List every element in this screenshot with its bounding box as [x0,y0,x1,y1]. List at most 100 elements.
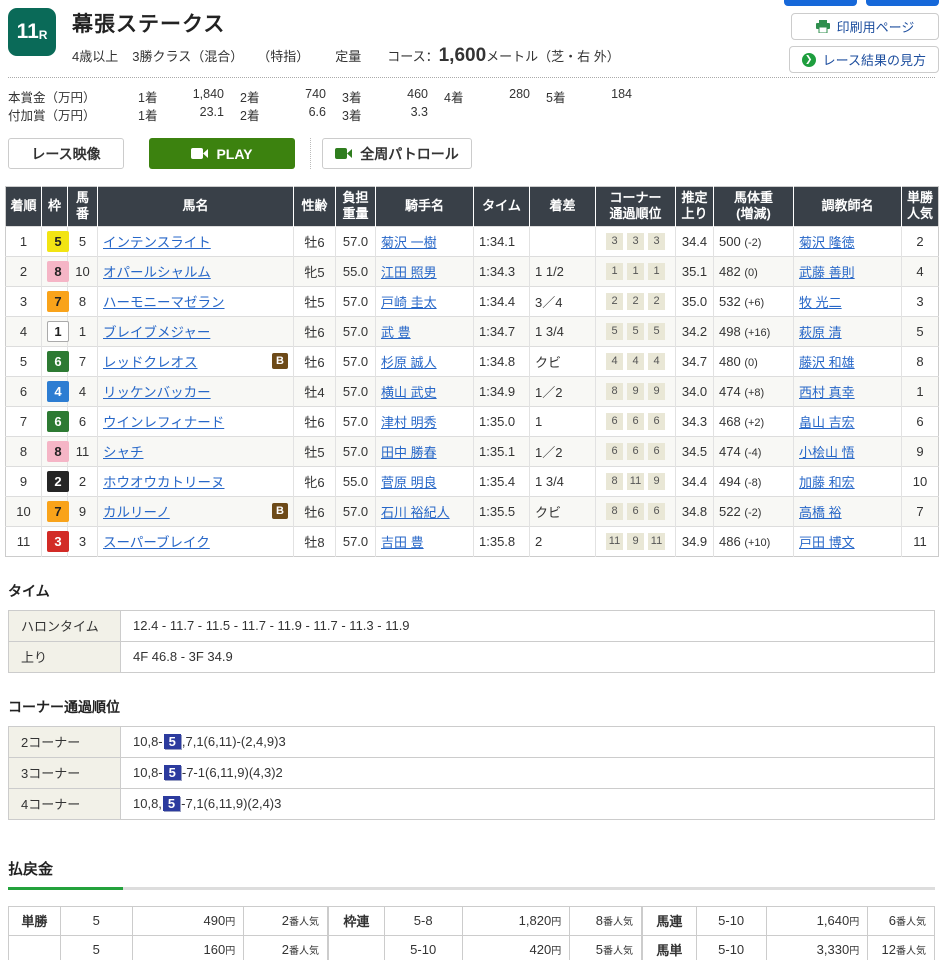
result-column-header: 調教師名 [794,187,902,227]
trainer-name-link[interactable]: 畠山 吉宏 [799,415,855,430]
play-label: PLAY [216,146,252,162]
frame-cell: 2 [42,466,68,496]
horse-name-link[interactable]: スーパーブレイク [103,531,210,551]
result-column-header: 負担 重量 [336,187,376,227]
trainer-name-link[interactable]: 西村 真幸 [799,385,855,400]
race-number-badge: 11R [8,8,56,56]
jockey-name-link[interactable]: 江田 照男 [381,265,437,280]
frame-cell: 3 [42,526,68,556]
result-column-header: 馬名 [98,187,294,227]
play-button[interactable]: PLAY [149,138,295,169]
horse-name-wrap: カルリーノB [103,501,288,521]
body-weight-cell: 468 (+2) [714,406,794,436]
trainer-name-link[interactable]: 武藤 善則 [799,265,855,280]
win-favorite-rank: 4 [902,256,939,286]
jockey-name-link[interactable]: 杉原 誠人 [381,355,437,370]
trainer-name-link[interactable]: 菊沢 隆徳 [799,235,855,250]
result-row: 644リッケンバッカー牡457.0横山 武史1:34.91／289934.047… [6,376,939,406]
body-weight-cell: 532 (+6) [714,286,794,316]
horse-name-wrap: ウインレフィナード [103,411,288,431]
patrol-video-button[interactable]: 全周パトロール [322,138,472,169]
payout-popularity: 12番人気 [868,935,935,960]
result-column-header: コーナー 通過順位 [596,187,676,227]
horse-name-link[interactable]: カルリーノ [103,501,170,521]
horse-name-link[interactable]: ハーモニーマゼラン [103,291,225,311]
time-row-label: 上り [9,641,121,672]
horse-name-wrap: ブレイブメジャー [103,321,288,341]
horse-name-link[interactable]: インテンスライト [103,231,211,251]
payout-popularity: 5番人気 [570,935,642,960]
race-video-button[interactable]: レース映像 [8,138,124,169]
margin: 2 [530,526,596,556]
jockey-name-link[interactable]: 石川 裕紀人 [381,505,450,520]
jockey-name-link[interactable]: 横山 武史 [381,385,437,400]
finish-time: 1:35.4 [474,466,530,496]
trainer-name-link[interactable]: 萩原 清 [799,325,842,340]
last-3f-time: 34.9 [676,526,714,556]
jockey-cell: 武 豊 [376,316,474,346]
sex-age: 牡6 [294,406,336,436]
jockey-name-link[interactable]: 菊沢 一樹 [381,235,437,250]
corner-position-box: 6 [606,413,623,430]
payout-row: 馬単5-103,330円12番人気 [642,935,934,960]
added-prize-label: 付加賞（万円） [8,105,122,124]
trainer-name-link[interactable]: 小桧山 悟 [799,445,855,460]
finish-position: 9 [6,466,42,496]
added-prize-row: 付加賞（万円） 1着23.12着6.63着3.3 [8,105,935,123]
top-blue-button-1[interactable] [784,0,857,6]
trainer-name-link[interactable]: 牧 光二 [799,295,842,310]
horse-name-link[interactable]: レッドクレオス [103,351,198,371]
trainer-name-link[interactable]: 加藤 和宏 [799,475,855,490]
jockey-cell: 戸崎 圭太 [376,286,474,316]
trainer-name-link[interactable]: 高橋 裕 [799,505,842,520]
horse-name-cell: ハーモニーマゼラン [98,286,294,316]
corner-positions-cell: 555 [596,316,676,346]
trainer-name-link[interactable]: 戸田 博文 [799,535,855,550]
body-weight: 522 [719,504,744,519]
payout-combination: 5-8 [384,906,462,935]
body-weight-diff: (+8) [744,387,764,399]
result-guide-button[interactable]: ❯ レース結果の見方 [789,46,939,73]
finish-time: 1:34.1 [474,226,530,256]
body-weight-diff: (-8) [744,477,761,489]
jockey-name-link[interactable]: 戸崎 圭太 [381,295,437,310]
horse-name-link[interactable]: オパールシャルム [103,261,211,281]
last-3f-time: 34.7 [676,346,714,376]
print-page-button[interactable]: 印刷用ページ [791,13,939,40]
corner-position-box: 6 [627,503,644,520]
horse-name-link[interactable]: ホウオウカトリーヌ [103,471,225,491]
prize-value: 6.6 [272,105,326,124]
result-row: 378ハーモニーマゼラン牡557.0戸崎 圭太1:34.43／422235.05… [6,286,939,316]
finish-time: 1:34.9 [474,376,530,406]
prize-value: 3.3 [374,105,428,124]
body-weight-diff: (0) [744,357,757,369]
horse-name-cell: オパールシャルム [98,256,294,286]
payout-combination: 5-10 [696,906,766,935]
body-weight-cell: 474 (-4) [714,436,794,466]
horse-name-link[interactable]: ブレイブメジャー [103,321,210,341]
jockey-name-link[interactable]: 津村 明秀 [381,415,437,430]
margin: クビ [530,496,596,526]
payout-popularity-value: 12 [882,942,896,957]
payout-combination: 5 [60,906,132,935]
time-section-title: タイム [8,581,935,601]
horse-name-link[interactable]: リッケンバッカー [103,381,211,401]
jockey-name-link[interactable]: 武 豊 [381,325,411,340]
horse-name-link[interactable]: シャチ [103,441,144,461]
race-number-suffix: R [39,28,48,42]
jockey-name-link[interactable]: 田中 勝春 [381,445,437,460]
jockey-name-link[interactable]: 菅原 明良 [381,475,437,490]
margin: 1 1/2 [530,256,596,286]
trainer-name-link[interactable]: 藤沢 和雄 [799,355,855,370]
horse-name-link[interactable]: ウインレフィナード [103,411,224,431]
finish-position: 3 [6,286,42,316]
payout-row: 複勝5160円2番人気 [9,935,328,960]
payout-bet-type: 枠連 [328,906,384,935]
top-blue-button-2[interactable] [866,0,939,6]
jockey-name-link[interactable]: 吉田 豊 [381,535,424,550]
race-video-label: レース映像 [31,144,100,164]
horse-number: 4 [68,376,98,406]
trainer-cell: 萩原 清 [794,316,902,346]
horse-name-wrap: ホウオウカトリーヌ [103,471,288,491]
time-row: ハロンタイム12.4 - 11.7 - 11.5 - 11.7 - 11.9 -… [9,610,935,641]
